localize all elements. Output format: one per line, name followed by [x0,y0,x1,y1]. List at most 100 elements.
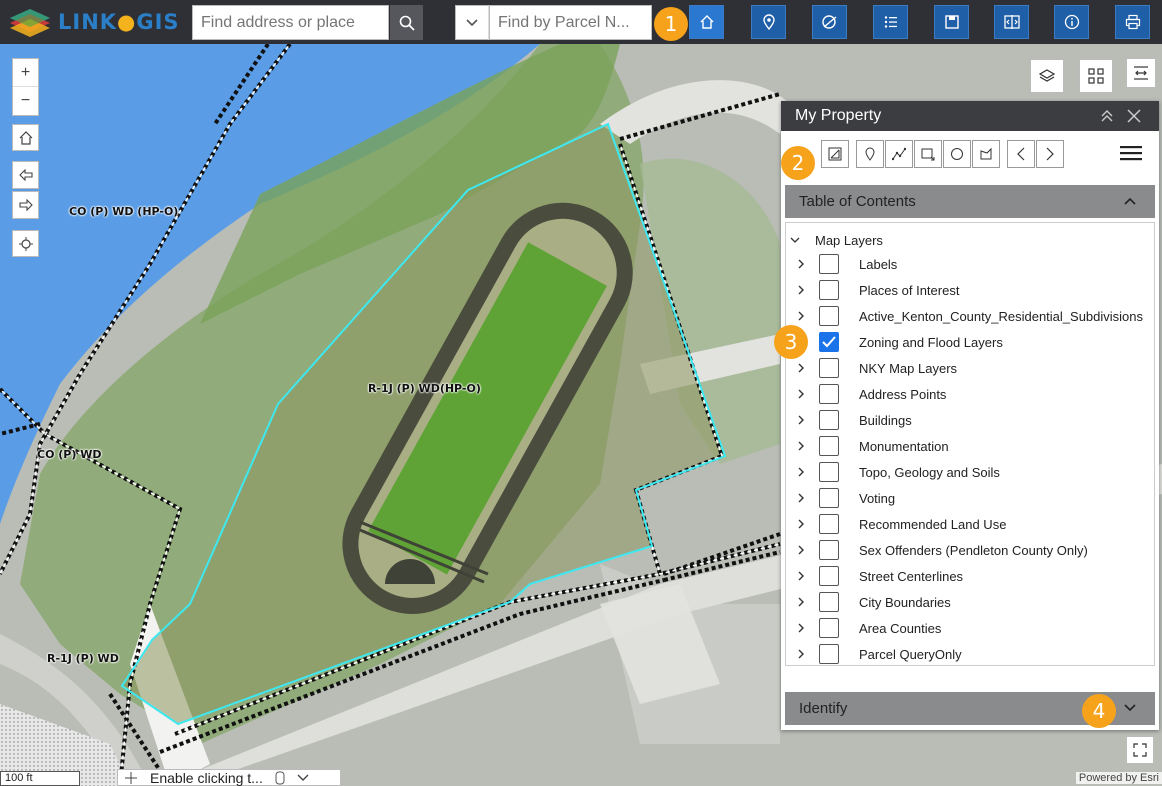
layer-checkbox[interactable] [819,254,839,274]
layer-row[interactable]: Recommended Land Use [786,511,1154,537]
layer-row[interactable]: Zoning and Flood Layers [786,329,1154,355]
table-of-contents-header[interactable]: Table of Contents [785,185,1155,218]
chevron-right-icon[interactable] [796,492,806,504]
layer-row[interactable]: NKY Map Layers [786,355,1154,381]
layer-checkbox[interactable] [819,436,839,456]
chevron-right-icon[interactable] [796,466,806,478]
polygon-icon [980,147,992,160]
toggle-icon[interactable] [275,771,285,785]
draw-circle-button[interactable] [943,140,971,168]
locate-me-button[interactable] [12,230,39,257]
layer-row[interactable]: Buildings [786,407,1154,433]
layer-checkbox[interactable] [819,540,839,560]
layer-row[interactable]: Parcel QueryOnly [786,641,1154,665]
ruler-icon [828,147,842,161]
chevron-right-icon[interactable] [796,414,806,426]
layer-row[interactable]: Active_Kenton_County_Residential_Subdivi… [786,303,1154,329]
logo-pin-icon: ● [117,10,137,34]
chevron-right-icon[interactable] [796,622,806,634]
layer-checkbox[interactable] [819,618,839,638]
layer-checkbox[interactable] [819,566,839,586]
close-icon[interactable] [1126,108,1142,124]
crosshair-icon [18,236,33,251]
print-button[interactable] [1115,5,1150,39]
layer-checkbox[interactable] [819,462,839,482]
layer-row[interactable]: Sex Offenders (Pendleton County Only) [786,537,1154,563]
layer-row[interactable]: Labels [786,251,1154,277]
layer-checkbox[interactable] [819,410,839,430]
layer-checkbox[interactable] [819,514,839,534]
chevron-right-icon[interactable] [796,310,806,322]
parcel-search-input[interactable] [490,13,651,32]
chevron-right-icon[interactable] [796,284,806,296]
layer-tree-root[interactable]: Map Layers [786,229,1154,251]
parcel-dropdown-button[interactable] [455,5,489,40]
compare-button[interactable] [994,5,1029,39]
zoom-in-button[interactable]: + [13,59,38,87]
layer-label: Area Counties [859,621,942,636]
search-button[interactable] [390,5,423,40]
zoning-label: CO (P) WD (HP-O) [69,205,179,218]
chevron-right-icon[interactable] [796,570,806,582]
save-button[interactable] [934,5,969,39]
collapse-panel-icon[interactable] [1099,108,1115,124]
basemap-gallery-button[interactable] [1079,59,1113,93]
layer-tree: Map Layers Labels Places of Interest Activ… [785,222,1155,666]
layer-checkbox[interactable] [819,332,839,352]
layer-checkbox[interactable] [819,592,839,612]
layer-row[interactable]: Monumentation [786,433,1154,459]
next-extent-button[interactable] [12,191,39,219]
fullscreen-button[interactable] [1126,736,1154,764]
chevron-right-icon[interactable] [796,648,806,660]
layer-row[interactable]: Street Centerlines [786,563,1154,589]
layers-list-button[interactable] [873,5,908,39]
parcel-search[interactable] [489,5,652,40]
next-button[interactable] [1036,140,1064,168]
draw-point-button[interactable] [856,140,884,168]
chevron-down-icon[interactable] [297,773,309,783]
default-extent-button[interactable] [12,124,39,151]
address-search[interactable] [192,5,389,40]
list-icon [884,16,897,28]
layer-row[interactable]: Address Points [786,381,1154,407]
locate-button[interactable] [751,5,786,39]
home-button[interactable] [689,5,724,39]
draw-rectangle-button[interactable] [914,140,942,168]
draw-polyline-button[interactable] [885,140,913,168]
chevron-right-icon[interactable] [796,258,806,270]
chevron-right-icon[interactable] [796,362,806,374]
zoning-label: R-1J (P) WD(HP-O) [368,382,481,395]
layer-checkbox[interactable] [819,384,839,404]
layer-row[interactable]: Places of Interest [786,277,1154,303]
layer-checkbox[interactable] [819,358,839,378]
chevron-right-icon[interactable] [796,596,806,608]
identify-title: Identify [799,700,848,717]
layer-checkbox[interactable] [819,488,839,508]
home-icon [700,15,713,29]
layer-checkbox[interactable] [819,280,839,300]
swipe-button[interactable] [1126,58,1156,88]
chevron-right-icon[interactable] [796,388,806,400]
layer-row[interactable]: Topo, Geology and Soils [786,459,1154,485]
layer-row[interactable]: Area Counties [786,615,1154,641]
app-logo: LINK●GIS [8,7,180,37]
layer-checkbox[interactable] [819,306,839,326]
layer-checkbox[interactable] [819,644,839,664]
chevron-right-icon[interactable] [796,518,806,530]
tag-button[interactable] [812,5,847,39]
layer-label: Recommended Land Use [859,517,1007,532]
layer-row[interactable]: Voting [786,485,1154,511]
previous-extent-button[interactable] [12,161,39,189]
address-search-input[interactable] [193,13,388,32]
chevron-right-icon[interactable] [796,440,806,452]
info-button[interactable] [1054,5,1089,39]
menu-icon[interactable] [1120,144,1142,162]
draw-polygon-button[interactable] [972,140,1000,168]
chevron-right-icon[interactable] [796,544,806,556]
layer-row[interactable]: City Boundaries [786,589,1154,615]
measure-area-button[interactable] [821,140,849,168]
layer-list-button[interactable] [1030,59,1064,93]
zoom-out-button[interactable]: − [13,87,38,115]
enable-clicking-control[interactable]: Enable clicking t... [117,769,341,786]
previous-button[interactable] [1007,140,1035,168]
